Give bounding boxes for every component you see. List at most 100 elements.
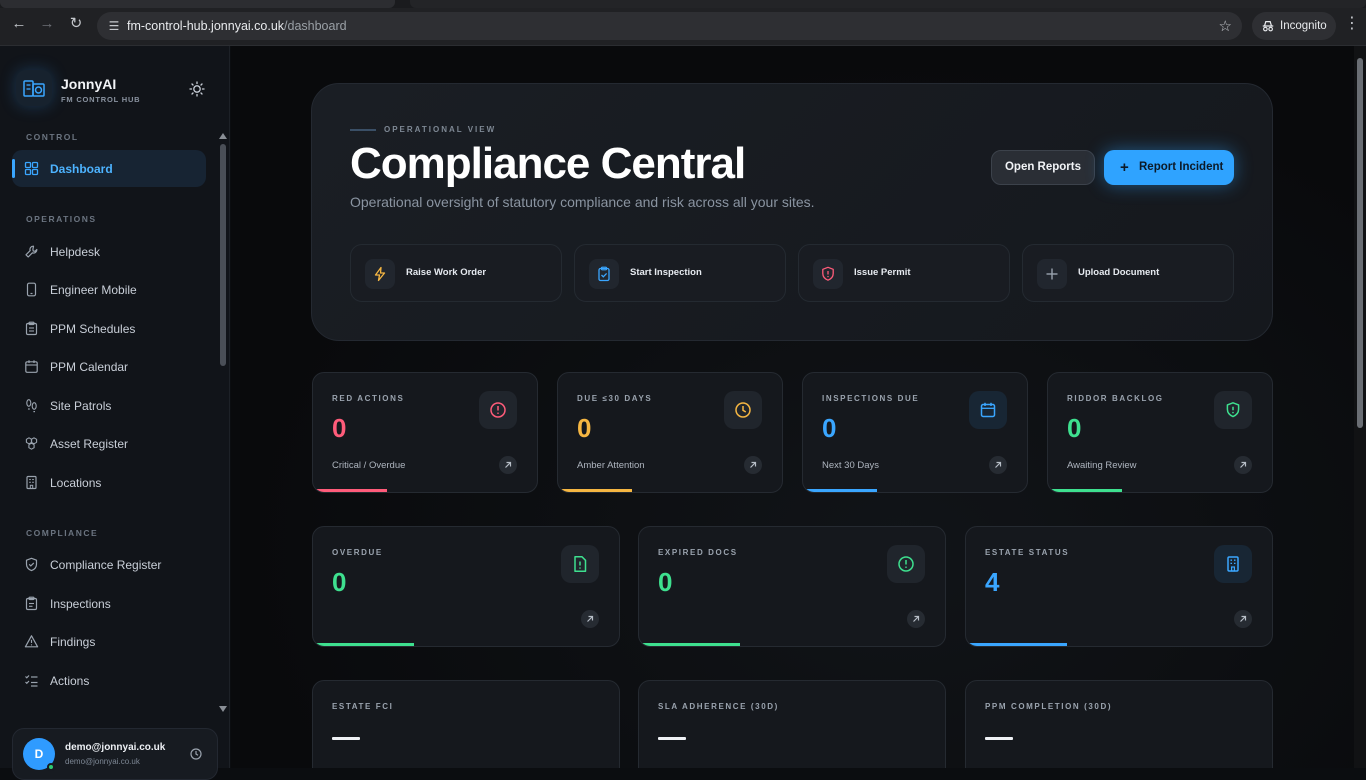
file-alert-icon bbox=[561, 545, 599, 583]
sidebar-item-label: Inspections bbox=[50, 597, 111, 611]
user-email: demo@jonnyai.co.uk bbox=[65, 742, 166, 753]
incognito-label: Incognito bbox=[1280, 20, 1327, 32]
quick-action-start-inspection[interactable]: Start Inspection bbox=[574, 244, 786, 302]
stat-value: 0 bbox=[822, 413, 837, 443]
sidebar-item-helpdesk[interactable]: Helpdesk bbox=[12, 233, 206, 270]
browser-menu-icon[interactable]: ⋮ bbox=[1344, 14, 1360, 34]
user-card[interactable]: D demo@jonnyai.co.uk demo@jonnyai.co.uk bbox=[12, 728, 218, 780]
hero-panel: OPERATIONAL VIEW Compliance Central Oper… bbox=[311, 83, 1273, 341]
stat-placeholder-dash bbox=[658, 737, 686, 740]
site-info-icon[interactable]: ☰ bbox=[106, 18, 122, 34]
sidebar-item-label: PPM Schedules bbox=[50, 322, 136, 336]
eyebrow-line bbox=[350, 129, 376, 131]
stat-card-overdue[interactable]: OVERDUE 0 bbox=[312, 526, 620, 647]
arrow-up-right-icon[interactable] bbox=[499, 456, 517, 474]
quick-action-raise-work-order[interactable]: Raise Work Order bbox=[350, 244, 562, 302]
arrow-up-right-icon[interactable] bbox=[581, 610, 599, 628]
wrench-icon bbox=[25, 245, 38, 258]
reload-icon[interactable]: ↻ bbox=[66, 14, 86, 34]
sidebar-item-dashboard[interactable]: Dashboard bbox=[12, 150, 206, 187]
sidebar-item-label: Dashboard bbox=[50, 162, 113, 176]
sidebar-item-label: Compliance Register bbox=[50, 558, 162, 572]
stat-progress-bar bbox=[966, 643, 1067, 646]
sidebar-item-asset-register[interactable]: Asset Register bbox=[12, 425, 206, 462]
sidebar-item-actions[interactable]: Actions bbox=[12, 662, 206, 699]
page-scrollbar[interactable] bbox=[1354, 46, 1366, 768]
sidebar-item-locations[interactable]: Locations bbox=[12, 464, 206, 501]
stat-progress-bar bbox=[558, 489, 632, 492]
sidebar-item-label: Findings bbox=[50, 635, 96, 649]
url-host: fm-control-hub.jonnyai.co.uk bbox=[127, 19, 285, 33]
arrow-up-right-icon[interactable] bbox=[744, 456, 762, 474]
shield-alert-icon bbox=[1214, 391, 1252, 429]
section-label-control: CONTROL bbox=[26, 132, 79, 142]
stat-card-estate-status[interactable]: ESTATE STATUS 4 bbox=[965, 526, 1273, 647]
phone-icon bbox=[26, 282, 37, 297]
arrow-up-right-icon[interactable] bbox=[907, 610, 925, 628]
stat-card-riddor-backlog[interactable]: RIDDOR BACKLOG 0 Awaiting Review bbox=[1047, 372, 1273, 493]
open-reports-button[interactable]: Open Reports bbox=[991, 150, 1095, 185]
stat-label: SLA ADHERENCE (30D) bbox=[658, 702, 779, 711]
stat-card-estate-fci[interactable]: ESTATE FCI bbox=[312, 680, 620, 768]
stat-card-sla-adherence[interactable]: SLA ADHERENCE (30D) bbox=[638, 680, 946, 768]
report-incident-button[interactable]: + Report Incident bbox=[1104, 150, 1234, 185]
sidebar-item-label: Engineer Mobile bbox=[50, 283, 137, 297]
theme-toggle-button[interactable] bbox=[187, 79, 207, 99]
tab-strip bbox=[0, 0, 1366, 8]
back-icon[interactable]: ← bbox=[9, 14, 29, 34]
bookmark-star-icon[interactable]: ☆ bbox=[1219, 17, 1232, 35]
sidebar-scrollbar[interactable] bbox=[218, 130, 228, 718]
incognito-icon bbox=[1262, 21, 1274, 32]
sidebar-scroll-thumb[interactable] bbox=[220, 144, 226, 366]
sidebar-item-compliance-register[interactable]: Compliance Register bbox=[12, 546, 206, 583]
sidebar-item-findings[interactable]: Findings bbox=[12, 623, 206, 660]
sidebar-item-inspections[interactable]: Inspections bbox=[12, 585, 206, 622]
stat-value: 0 bbox=[332, 567, 347, 597]
sidebar-item-engineer-mobile[interactable]: Engineer Mobile bbox=[12, 271, 206, 308]
stat-card-ppm-completion[interactable]: PPM COMPLETION (30D) bbox=[965, 680, 1273, 768]
stat-value: 4 bbox=[985, 567, 1000, 597]
stat-label: ESTATE STATUS bbox=[985, 548, 1070, 557]
sign-out-icon[interactable] bbox=[189, 747, 203, 761]
stat-card-expired-docs[interactable]: EXPIRED DOCS 0 bbox=[638, 526, 946, 647]
quick-action-label: Upload Document bbox=[1078, 267, 1160, 278]
arrow-up-right-icon[interactable] bbox=[1234, 456, 1252, 474]
url-text[interactable]: fm-control-hub.jonnyai.co.uk/dashboard bbox=[127, 19, 347, 33]
brand-subtitle: FM CONTROL HUB bbox=[61, 95, 141, 104]
sidebar-item-site-patrols[interactable]: Site Patrols bbox=[12, 387, 206, 424]
url-path: /dashboard bbox=[284, 19, 347, 33]
building-logo-icon bbox=[23, 80, 45, 97]
sidebar-item-ppm-schedules[interactable]: PPM Schedules bbox=[12, 310, 206, 347]
stat-progress-bar bbox=[803, 489, 877, 492]
arrow-up-right-icon[interactable] bbox=[989, 456, 1007, 474]
quick-action-upload-document[interactable]: Upload Document bbox=[1022, 244, 1234, 302]
forward-icon[interactable]: → bbox=[37, 14, 57, 34]
stat-card-red-actions[interactable]: RED ACTIONS 0 Critical / Overdue bbox=[312, 372, 538, 493]
stat-label: INSPECTIONS DUE bbox=[822, 394, 920, 403]
clipboard-icon bbox=[25, 596, 38, 611]
stat-label: RED ACTIONS bbox=[332, 394, 405, 403]
page-scroll-thumb[interactable] bbox=[1357, 58, 1363, 428]
address-bar[interactable]: ☰ fm-control-hub.jonnyai.co.uk/dashboard… bbox=[97, 12, 1242, 40]
building-icon bbox=[1214, 545, 1252, 583]
building-icon bbox=[26, 475, 37, 490]
scroll-down-arrow-icon[interactable] bbox=[219, 706, 227, 712]
stat-card-due-30-days[interactable]: DUE ≤30 DAYS 0 Amber Attention bbox=[557, 372, 783, 493]
boxes-icon bbox=[25, 437, 38, 450]
stat-card-inspections-due[interactable]: INSPECTIONS DUE 0 Next 30 Days bbox=[802, 372, 1028, 493]
quick-action-issue-permit[interactable]: Issue Permit bbox=[798, 244, 1010, 302]
tab-active[interactable] bbox=[0, 0, 395, 8]
alert-circle-icon bbox=[887, 545, 925, 583]
grid-icon bbox=[24, 161, 39, 176]
stat-label: DUE ≤30 DAYS bbox=[577, 394, 653, 403]
footsteps-icon bbox=[26, 399, 37, 413]
stat-label: EXPIRED DOCS bbox=[658, 548, 738, 557]
online-status-dot bbox=[47, 763, 55, 771]
tab-inactive[interactable] bbox=[410, 0, 1366, 8]
arrow-up-right-icon[interactable] bbox=[1234, 610, 1252, 628]
sidebar-item-ppm-calendar[interactable]: PPM Calendar bbox=[12, 348, 206, 385]
scroll-up-arrow-icon[interactable] bbox=[219, 133, 227, 139]
stat-progress-bar bbox=[639, 643, 740, 646]
incognito-badge[interactable]: Incognito bbox=[1252, 12, 1336, 40]
stat-progress-bar bbox=[313, 489, 387, 492]
